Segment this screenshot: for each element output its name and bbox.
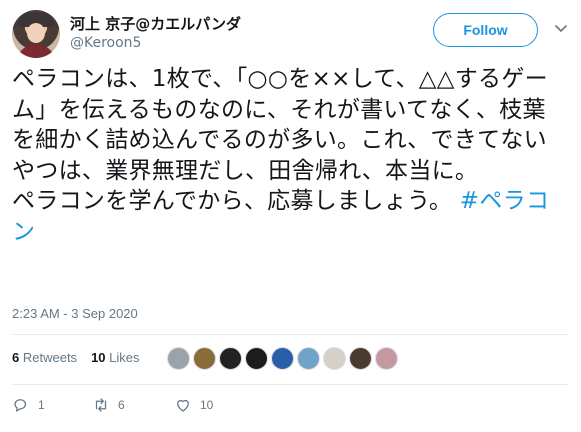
reply-action[interactable]: 1 [12,396,45,414]
divider [12,384,569,385]
liker-avatar[interactable] [193,347,216,370]
follow-button[interactable]: Follow [433,13,538,47]
chevron-down-icon[interactable] [553,20,569,36]
display-name[interactable]: 河上 京子@カエルパンダ [70,13,241,34]
retweets-count: 6 [12,350,20,365]
liker-avatar[interactable] [349,347,372,370]
tweet-actions: 1 6 10 [12,396,312,416]
avatar-body [16,44,56,58]
like-count: 10 [200,398,214,412]
liker-avatar[interactable] [323,347,346,370]
reply-count: 1 [38,398,45,412]
reply-icon [14,399,27,412]
avatar-face [27,23,45,43]
liker-avatar[interactable] [297,347,320,370]
tweet-timestamp[interactable]: 2:23 AM - 3 Sep 2020 [12,306,138,321]
heart-icon [177,399,189,412]
retweet-action[interactable]: 6 [92,396,125,414]
likes-stat[interactable]: 10 Likes [91,350,139,365]
retweets-label: Retweets [22,350,78,365]
retweets-stat[interactable]: 6 Retweets [12,350,77,365]
tweet-header: 河上 京子@カエルパンダ @Keroon5 Follow [12,10,572,60]
tweet-stats: 6 Retweets 10 Likes [12,350,140,365]
liker-avatar[interactable] [375,347,398,370]
liker-avatar[interactable] [245,347,268,370]
retweet-count: 6 [118,398,125,412]
liker-avatar[interactable] [219,347,242,370]
user-handle[interactable]: @Keroon5 [70,35,141,51]
liker-avatars [167,347,398,370]
likes-label: Likes [109,350,140,365]
like-action[interactable]: 10 [174,396,213,414]
likes-count: 10 [91,350,106,365]
tweet-text: ペラコンは、1枚で、「○○を××して、△△するゲーム」を伝えるものなのに、それが… [12,64,567,247]
liker-avatar[interactable] [271,347,294,370]
retweet-icon [95,398,107,412]
liker-avatar[interactable] [167,347,190,370]
divider [12,334,569,335]
avatar[interactable] [12,10,60,58]
